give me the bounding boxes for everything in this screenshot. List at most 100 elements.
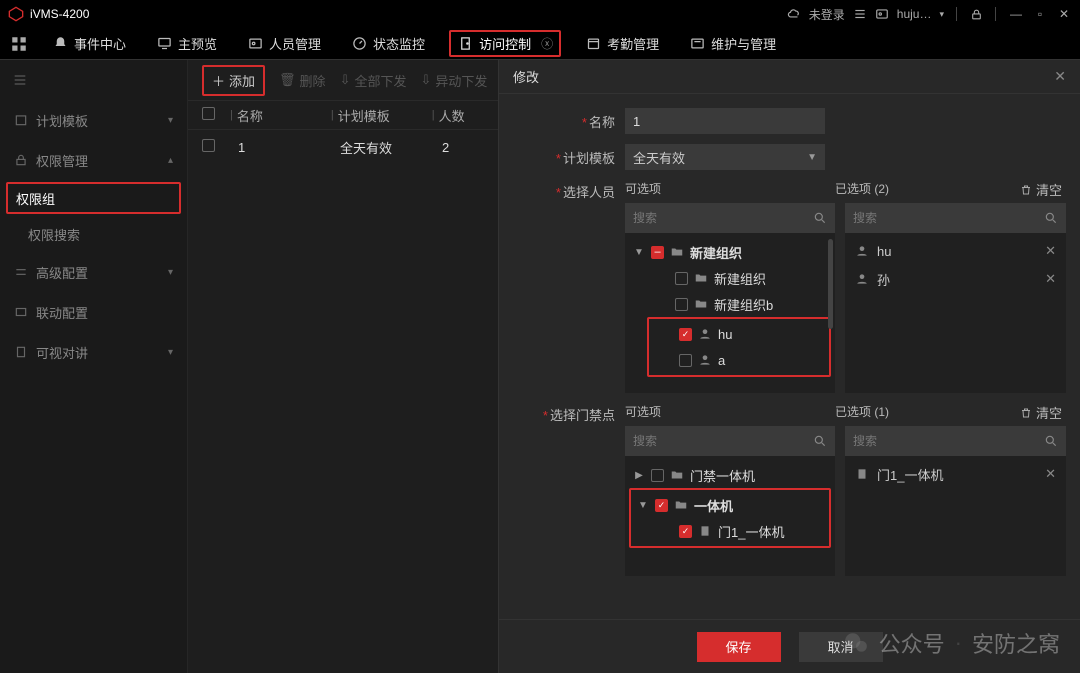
persons-available-box: ▼ 新建组织 新建组织 — [625, 203, 835, 393]
sidebar-label: 权限管理 — [36, 151, 88, 170]
nav-attendance[interactable]: 考勤管理 — [579, 30, 665, 57]
clear-persons-button[interactable]: 清空 — [1020, 180, 1062, 199]
tree-label: 新建组织 — [690, 243, 742, 262]
list-icon[interactable] — [853, 7, 867, 21]
checkbox[interactable] — [651, 469, 664, 482]
checkbox[interactable] — [651, 246, 664, 259]
sidebar-sub-permission-search[interactable]: 权限搜索 — [0, 216, 187, 252]
deploy-change-button[interactable]: ⇩ 异动下发 — [420, 71, 487, 90]
deploy-all-button[interactable]: ⇩ 全部下发 — [340, 71, 407, 90]
tree-node-device1[interactable]: ▶ 门禁一体机 — [629, 462, 831, 488]
item-label: 门1_一体机 — [877, 465, 943, 484]
lock-icon[interactable] — [969, 7, 983, 21]
input-name[interactable] — [625, 108, 825, 134]
minimize-button[interactable]: — — [1008, 7, 1024, 21]
trash-icon — [1020, 184, 1032, 196]
tree-node-device2[interactable]: ▼ 一体机 — [633, 492, 827, 518]
titlebar-left: iVMS-4200 — [8, 6, 89, 22]
tree-label: 门1_一体机 — [718, 522, 784, 541]
select-all-checkbox[interactable] — [202, 107, 226, 123]
login-state[interactable]: 未登录 — [809, 6, 845, 23]
checkbox[interactable] — [655, 499, 668, 512]
cell-count: 2 — [442, 140, 502, 155]
search-input[interactable] — [853, 211, 1017, 225]
search-doors-selected[interactable] — [845, 426, 1066, 456]
cloud-icon[interactable] — [787, 7, 801, 21]
nav-person-mgmt[interactable]: 人员管理 — [241, 30, 327, 57]
sidebar-collapse[interactable] — [0, 60, 187, 100]
col-count[interactable]: 人数 — [439, 106, 499, 125]
tree-node-org2[interactable]: 新建组织b — [629, 291, 831, 317]
save-button[interactable]: 保存 — [697, 632, 781, 662]
nav-status-monitor[interactable]: 状态监控 — [345, 30, 431, 57]
clear-doors-button[interactable]: 清空 — [1020, 403, 1062, 422]
nav-maintenance[interactable]: 维护与管理 — [683, 30, 782, 57]
navbar: 事件中心 主预览 人员管理 状态监控 访问控制 ⓧ 考勤管理 维护与管理 — [0, 28, 1080, 60]
remove-icon[interactable]: ✕ — [1045, 271, 1056, 287]
tree-node-org1[interactable]: 新建组织 — [629, 265, 831, 291]
search-input[interactable] — [633, 434, 788, 448]
current-user[interactable]: huju… — [897, 7, 932, 21]
nav-label: 主预览 — [178, 34, 217, 53]
tree-node-org-root[interactable]: ▼ 新建组织 — [629, 239, 831, 265]
search-doors-available[interactable] — [625, 426, 835, 456]
nav-event-center[interactable]: 事件中心 — [46, 30, 132, 57]
delete-button[interactable]: 🗑 删除 — [279, 71, 326, 90]
panel-close-button[interactable]: ✕ — [1054, 68, 1066, 85]
select-plan[interactable]: 全天有效 ▼ — [625, 144, 825, 170]
sidebar-item-advanced[interactable]: 高级配置 — [0, 252, 187, 292]
trash-icon — [1020, 407, 1032, 419]
close-button[interactable]: ✕ — [1056, 7, 1072, 21]
search-persons-selected[interactable] — [845, 203, 1066, 233]
form-row-name: *名称 — [513, 108, 1066, 134]
checkbox[interactable] — [675, 298, 688, 311]
selected-label: 已选项 (2) — [835, 180, 889, 199]
sidebar-sub-permission-group[interactable]: 权限组 — [6, 182, 181, 214]
edit-panel: 修改 ✕ *名称 *计划模板 全天有效 ▼ *选择人员 可选项 已选项 (2) — [498, 60, 1080, 673]
user-card-icon[interactable] — [875, 7, 889, 21]
row-checkbox[interactable] — [202, 139, 226, 155]
checkbox[interactable] — [675, 272, 688, 285]
app-logo-icon — [8, 6, 24, 22]
selected-item[interactable]: 门1_一体机 ✕ — [849, 460, 1062, 488]
tab-close-icon[interactable]: ⓧ — [541, 35, 553, 52]
nav-label: 状态监控 — [373, 34, 425, 53]
label-doors: *选择门禁点 — [513, 403, 625, 424]
sidebar-label: 联动配置 — [36, 303, 88, 322]
expand-icon[interactable]: ▼ — [637, 500, 649, 511]
tree-node-person-hu[interactable]: hu — [651, 321, 827, 347]
home-grid-icon[interactable] — [10, 35, 28, 53]
sidebar-item-schedule[interactable]: 计划模板 — [0, 100, 187, 140]
door-icon — [457, 36, 473, 52]
search-input[interactable] — [853, 434, 1017, 448]
checkbox[interactable] — [679, 525, 692, 538]
checkbox[interactable] — [679, 354, 692, 367]
sidebar-item-intercom[interactable]: 可视对讲 — [0, 332, 187, 372]
remove-icon[interactable]: ✕ — [1045, 466, 1056, 482]
folder-icon — [674, 498, 688, 512]
user-caret[interactable]: ▾ — [939, 9, 944, 20]
nav-access-control[interactable]: 访问控制 ⓧ — [449, 30, 561, 57]
col-name[interactable]: 名称 — [237, 106, 327, 125]
search-input[interactable] — [633, 211, 788, 225]
tree-node-person-a[interactable]: a — [651, 347, 827, 373]
scrollbar[interactable] — [828, 239, 833, 329]
sidebar-item-permission-mgmt[interactable]: 权限管理 — [0, 140, 187, 180]
tree-node-door1[interactable]: 门1_一体机 — [633, 518, 827, 544]
search-persons-available[interactable] — [625, 203, 835, 233]
doors-selected-box: 门1_一体机 ✕ — [845, 426, 1066, 576]
selected-persons-list: hu ✕ 孙 ✕ — [845, 233, 1066, 297]
expand-icon[interactable]: ▼ — [633, 247, 645, 258]
sidebar-item-linkage[interactable]: 联动配置 — [0, 292, 187, 332]
cancel-button[interactable]: 取消 — [799, 632, 883, 662]
remove-icon[interactable]: ✕ — [1045, 243, 1056, 259]
expand-icon[interactable]: ▶ — [633, 470, 645, 481]
tree-label: 一体机 — [694, 496, 733, 515]
col-plan[interactable]: 计划模板 — [338, 106, 428, 125]
add-button[interactable]: ＋ 添加 — [202, 65, 265, 96]
checkbox[interactable] — [679, 328, 692, 341]
maximize-button[interactable]: ▫ — [1032, 7, 1048, 21]
selected-item[interactable]: 孙 ✕ — [849, 265, 1062, 293]
nav-preview[interactable]: 主预览 — [150, 30, 223, 57]
selected-item[interactable]: hu ✕ — [849, 237, 1062, 265]
